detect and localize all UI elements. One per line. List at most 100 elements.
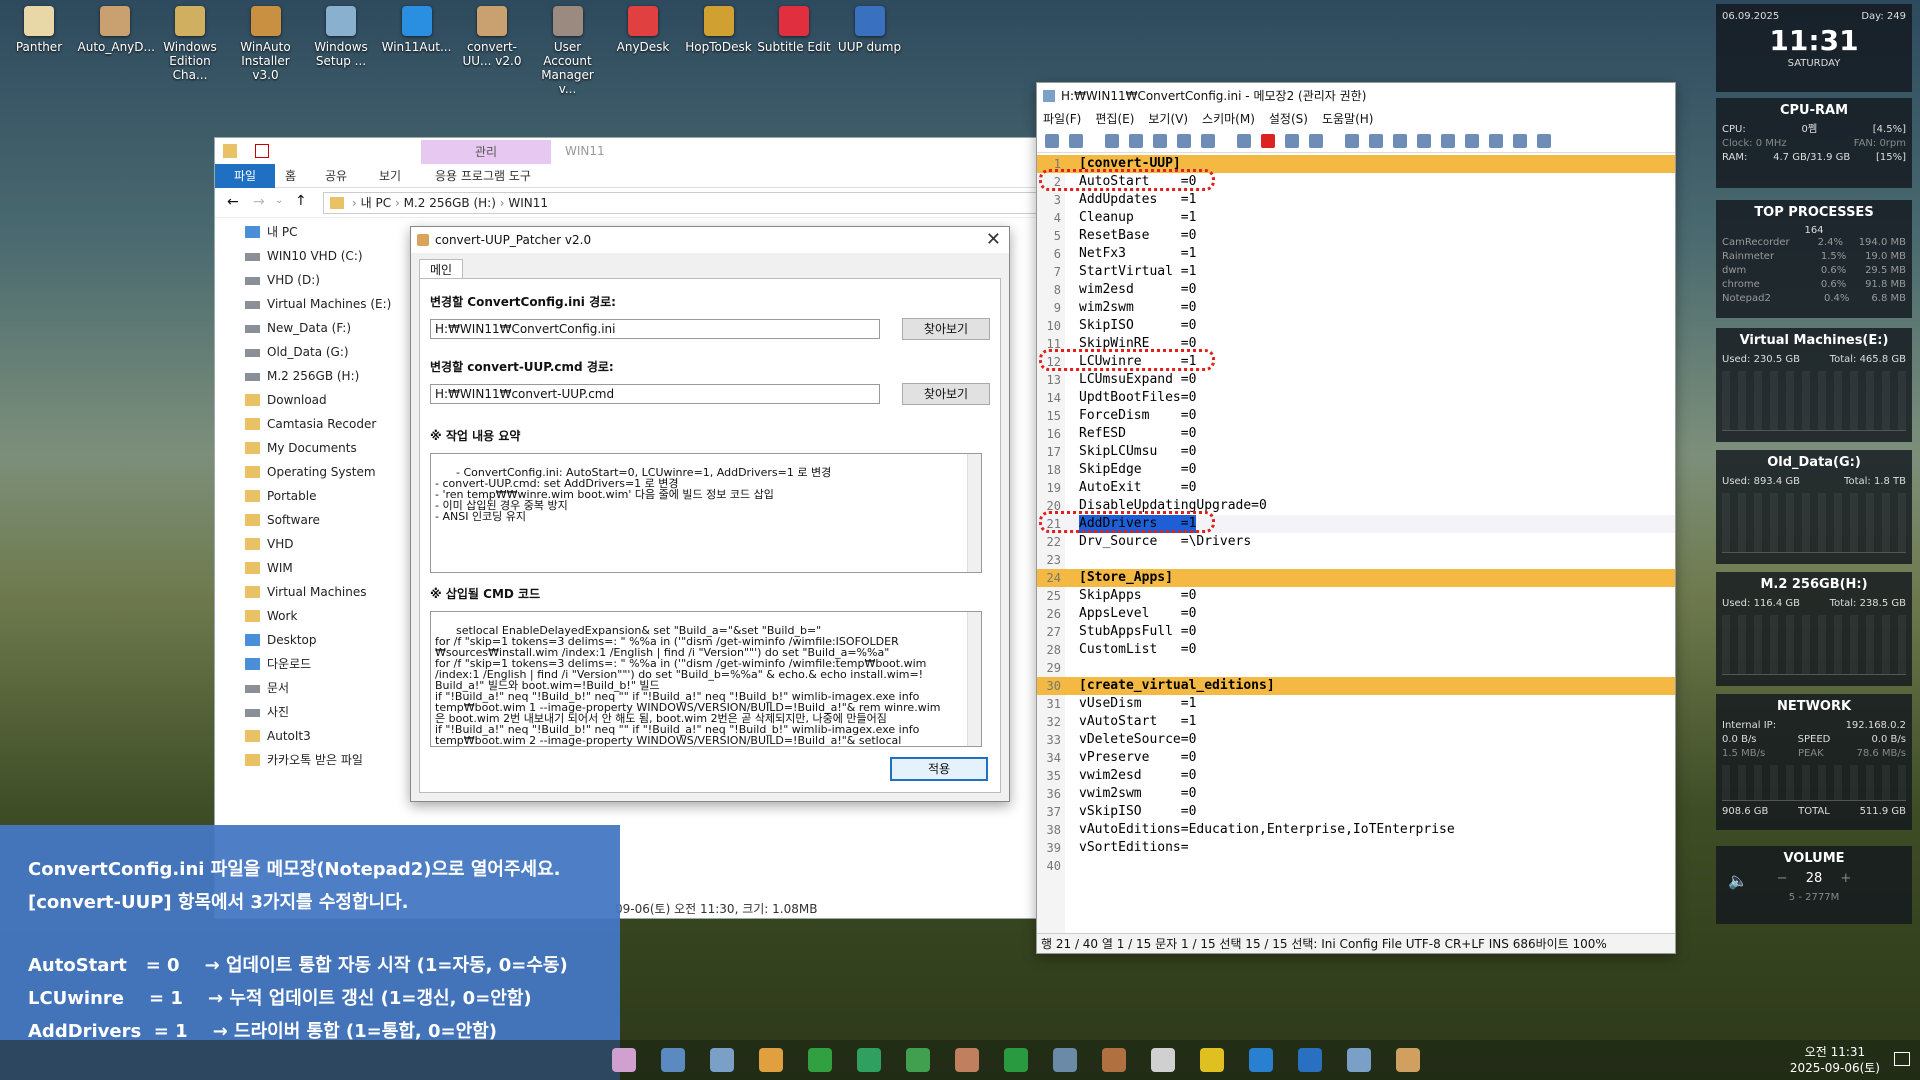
menu-item[interactable]: 편집(E)	[1095, 112, 1134, 126]
menu-item[interactable]: 도움말(H)	[1322, 112, 1374, 126]
taskbar-app-icon[interactable]	[1151, 1048, 1175, 1072]
editor-line[interactable]: 28 CustomList =0	[1037, 641, 1675, 659]
tray-clock[interactable]: 오전 11:31 2025-09-06(토)	[1790, 1044, 1880, 1076]
editor-line[interactable]: 38 vAutoEditions=Education,Enterprise,IoT…	[1037, 821, 1675, 839]
nav-item[interactable]: AutoIt3	[215, 724, 435, 748]
tab-main[interactable]: 메인	[419, 259, 463, 279]
menu-item[interactable]: 파일(F)	[1043, 112, 1081, 126]
volume-up-button[interactable]: +	[1840, 871, 1851, 886]
browse-cmd-button[interactable]: 찾아보기	[902, 383, 990, 405]
open-icon[interactable]	[1069, 134, 1083, 148]
scrollbar[interactable]	[967, 454, 981, 572]
editor-line[interactable]: 16 RefESD =0	[1037, 425, 1675, 443]
editor-line[interactable]: 3 AddUpdates =1	[1037, 191, 1675, 209]
editor-line[interactable]: 24 [Store_Apps]	[1037, 569, 1675, 587]
desktop-icon[interactable]: User Account Manager v...	[531, 6, 605, 96]
cmd-path-input[interactable]: H:₩WIN11₩convert-UUP.cmd	[430, 384, 880, 404]
tab-share[interactable]: 공유	[325, 164, 347, 188]
breadcrumb-item[interactable]: 내 PC	[361, 196, 391, 210]
wrap-icon[interactable]	[1393, 134, 1407, 148]
code-textbox[interactable]: setlocal EnableDelayedExpansion& set "Bu…	[430, 611, 982, 747]
editor-line[interactable]: 29	[1037, 659, 1675, 677]
breadcrumb[interactable]: › 내 PC › M.2 256GB (H:) › WIN11	[323, 192, 1043, 214]
new-icon[interactable]	[1045, 134, 1059, 148]
taskbar-app-icon[interactable]	[857, 1048, 881, 1072]
save-icon[interactable]	[1129, 134, 1143, 148]
taskbar-app-icon[interactable]	[1200, 1048, 1224, 1072]
taskbar-app-icon[interactable]	[1249, 1048, 1273, 1072]
nav-item[interactable]: Software	[215, 508, 435, 532]
menu-item[interactable]: 설정(S)	[1269, 112, 1308, 126]
editor-line[interactable]: 7 StartVirtual =1	[1037, 263, 1675, 281]
editor-line[interactable]: 39 vSortEditions=	[1037, 839, 1675, 857]
nav-item[interactable]: VHD (D:)	[215, 268, 435, 292]
editor-line[interactable]: 32 vAutoStart =1	[1037, 713, 1675, 731]
desktop-icon[interactable]: UUP dump	[833, 6, 907, 54]
tab-app-tools[interactable]: 응용 프로그램 도구	[435, 164, 531, 188]
editor-line[interactable]: 34 vPreserve =0	[1037, 749, 1675, 767]
breadcrumb-item[interactable]: M.2 256GB (H:)	[404, 196, 496, 210]
nav-item[interactable]: Operating System	[215, 460, 435, 484]
browse-config-button[interactable]: 찾아보기	[902, 318, 990, 340]
notification-icon[interactable]	[1894, 1052, 1910, 1066]
taskbar-app-icon[interactable]	[1298, 1048, 1322, 1072]
settings-icon[interactable]	[1513, 134, 1527, 148]
editor-line[interactable]: 25 SkipApps =0	[1037, 587, 1675, 605]
editor-line[interactable]: 14 UpdtBootFiles=0	[1037, 389, 1675, 407]
taskbar-app-icon[interactable]	[906, 1048, 930, 1072]
editor-line[interactable]: 13 LCUmsuExpand =0	[1037, 371, 1675, 389]
zoom-in-icon[interactable]	[1441, 134, 1455, 148]
editor-line[interactable]: 5 ResetBase =0	[1037, 227, 1675, 245]
view-icon[interactable]	[1417, 134, 1431, 148]
taskbar-app-icon[interactable]	[1053, 1048, 1077, 1072]
nav-item[interactable]: Virtual Machines (E:)	[215, 292, 435, 316]
menu-item[interactable]: 스키마(M)	[1202, 112, 1255, 126]
editor-line[interactable]: 8 wim2esd =0	[1037, 281, 1675, 299]
taskbar-app-icon[interactable]	[1396, 1048, 1420, 1072]
speaker-icon[interactable]: 🔈	[1728, 871, 1748, 890]
recent-chevron-icon[interactable]: ⌄	[275, 195, 283, 206]
apply-button[interactable]: 적용	[890, 757, 988, 781]
taskbar-app-icon[interactable]	[955, 1048, 979, 1072]
nav-item[interactable]: 카카오톡 받은 파일	[215, 748, 435, 772]
nav-item[interactable]: 문서	[215, 676, 435, 700]
desktop-icon[interactable]: Subtitle Edit	[757, 6, 831, 54]
save-as-icon[interactable]	[1153, 134, 1167, 148]
editor-line[interactable]: 31 vUseDism =1	[1037, 695, 1675, 713]
nav-item[interactable]: Work	[215, 604, 435, 628]
desktop-icon[interactable]: AnyDesk	[606, 6, 680, 54]
editor-line[interactable]: 26 AppsLevel =0	[1037, 605, 1675, 623]
tab-home[interactable]: 홈	[285, 164, 296, 188]
taskbar-app-icon[interactable]	[808, 1048, 832, 1072]
editor-line[interactable]: 36 vwim2swm =0	[1037, 785, 1675, 803]
paste-icon[interactable]	[1309, 134, 1323, 148]
editor-line[interactable]: 22 Drv_Source =\Drivers	[1037, 533, 1675, 551]
nav-item[interactable]: Portable	[215, 484, 435, 508]
editor-line[interactable]: 4 Cleanup =1	[1037, 209, 1675, 227]
desktop-icon[interactable]: convert-UU... v2.0	[455, 6, 529, 68]
back-arrow-icon[interactable]: ←	[227, 194, 239, 210]
desktop-icon[interactable]: Auto_AnyD...	[78, 6, 155, 54]
nav-item[interactable]: Camtasia Recoder	[215, 412, 435, 436]
taskbar-app-icon[interactable]	[661, 1048, 685, 1072]
nav-item[interactable]: 내 PC	[215, 220, 435, 244]
redo-icon[interactable]	[1201, 134, 1215, 148]
scrollbar[interactable]	[967, 612, 981, 746]
desktop-icon[interactable]: Windows Setup ...	[304, 6, 378, 68]
nav-item[interactable]: WIN10 VHD (C:)	[215, 244, 435, 268]
nav-item[interactable]: WIM	[215, 556, 435, 580]
editor-line[interactable]: 17 SkipLCUmsu =0	[1037, 443, 1675, 461]
config-path-input[interactable]: H:₩WIN11₩ConvertConfig.ini	[430, 319, 880, 339]
editor-line[interactable]: 6 NetFx3 =1	[1037, 245, 1675, 263]
nav-item[interactable]: Old_Data (G:)	[215, 340, 435, 364]
taskbar-app-icon[interactable]	[1102, 1048, 1126, 1072]
exit-icon[interactable]	[1537, 134, 1551, 148]
tab-manage[interactable]: 관리	[421, 140, 551, 164]
volume-down-button[interactable]: −	[1777, 871, 1788, 886]
desktop-icon[interactable]: Win11Aut...	[380, 6, 454, 54]
replace-icon[interactable]	[1369, 134, 1383, 148]
editor-line[interactable]: 19 AutoExit =0	[1037, 479, 1675, 497]
editor-line[interactable]: 40	[1037, 857, 1675, 875]
editor-line[interactable]: 27 StubAppsFull =0	[1037, 623, 1675, 641]
properties-icon[interactable]	[255, 144, 269, 158]
